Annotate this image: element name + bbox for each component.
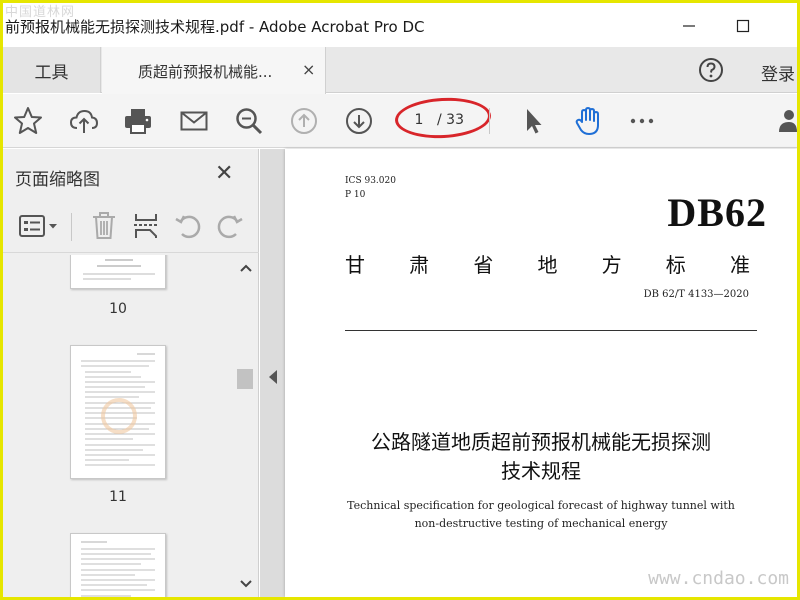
more-tools-button[interactable]	[627, 106, 657, 136]
toolbar: / 33	[3, 94, 797, 148]
tab-bar: 工具 质超前预报机械能... × 登录	[3, 47, 797, 94]
heading-char: 省	[473, 253, 494, 277]
print-button[interactable]	[123, 106, 153, 136]
delete-page-button[interactable]	[89, 211, 119, 241]
rotate-right-button[interactable]	[215, 211, 245, 241]
thumbnail-page-number: 11	[109, 489, 127, 505]
rotate-left-button[interactable]	[173, 211, 203, 241]
zoom-search-button[interactable]	[234, 106, 264, 136]
page-thumbnail[interactable]	[70, 533, 166, 597]
heading-char: 标	[665, 253, 686, 277]
thumbnail-list: 10 11	[3, 255, 235, 597]
tab-tools[interactable]: 工具	[3, 47, 101, 93]
heading-char: 方	[601, 253, 622, 277]
toolbar-divider	[489, 108, 490, 134]
user-icon	[779, 110, 797, 132]
thumbnail-page-number: 10	[109, 301, 127, 317]
panel-title: 页面缩略图	[15, 170, 100, 190]
insert-page-icon	[134, 214, 158, 238]
trash-icon	[93, 212, 115, 239]
star-icon	[14, 107, 42, 134]
help-icon[interactable]	[698, 57, 724, 83]
heading-char: 地	[537, 253, 558, 277]
cloud-upload-icon	[69, 109, 99, 133]
scroll-down-icon[interactable]	[239, 579, 253, 589]
maximize-button[interactable]	[729, 13, 757, 39]
insert-page-button[interactable]	[131, 211, 161, 241]
pdf-page: ICS 93.020 P 10 DB62 甘 肃 省 地 方 标 准 DB 62…	[285, 149, 797, 597]
collapse-panel-icon[interactable]	[268, 369, 278, 385]
tab-close-button[interactable]: ×	[302, 60, 315, 79]
ics-code: ICS 93.020	[345, 176, 396, 186]
printer-icon	[125, 109, 151, 134]
envelope-icon	[180, 111, 208, 131]
site-watermark-bottom: www.cndao.com	[648, 568, 789, 589]
document-title-en: Technical specification for geological f…	[347, 499, 735, 512]
standard-number: DB 62/T 4133—2020	[643, 289, 749, 300]
tab-document[interactable]: 质超前预报机械能... ×	[102, 47, 326, 94]
heading-char: 肃	[409, 253, 430, 277]
previous-page-button[interactable]	[289, 106, 319, 136]
page-navigator: / 33	[394, 95, 492, 141]
thumbnail-content	[83, 259, 155, 280]
tab-document-label: 质超前预报机械能...	[138, 63, 273, 81]
options-list-icon	[19, 215, 57, 237]
panel-toolbar-divider	[71, 213, 72, 241]
bookmark-star-button[interactable]	[13, 106, 43, 136]
scrollbar-thumb[interactable]	[237, 369, 253, 389]
hand-tool-button[interactable]	[573, 106, 603, 136]
province-standard-heading: 甘 肃 省 地 方 标 准	[345, 249, 750, 278]
thumbnail-scrollbar[interactable]	[235, 255, 257, 597]
heading-char: 准	[729, 253, 750, 277]
panel-toolbar	[3, 201, 259, 253]
standard-code: DB62	[667, 190, 767, 235]
acrobat-window: 中国道林网 前预报机械能无损探测技术规程.pdf - Adobe Acrobat…	[3, 3, 797, 597]
category-code: P 10	[345, 190, 366, 200]
heading-char: 甘	[345, 253, 365, 277]
document-title-cn: 公路隧道地质超前预报机械能无损探测	[371, 430, 711, 454]
minimize-button[interactable]	[675, 13, 703, 39]
thumbnail-content	[81, 541, 155, 597]
sign-in-link[interactable]: 登录	[761, 60, 795, 85]
panel-close-button[interactable]: ✕	[215, 161, 233, 186]
next-page-button[interactable]	[344, 106, 374, 136]
document-title-cn-line2: 技术规程	[501, 459, 581, 483]
upload-cloud-button[interactable]	[69, 106, 99, 136]
ellipsis-icon	[630, 118, 654, 124]
hand-icon	[575, 107, 599, 135]
email-button[interactable]	[179, 106, 209, 136]
thumbnail-content	[81, 353, 155, 466]
page-thumbnail[interactable]	[70, 345, 166, 479]
thumbnail-options-button[interactable]	[17, 211, 61, 241]
arrow-up-circle-icon	[291, 108, 317, 134]
highlight-ellipse	[394, 95, 492, 141]
page-thumbnails-panel: 页面缩略图 ✕ 10 11	[3, 149, 259, 597]
document-viewport[interactable]: ICS 93.020 P 10 DB62 甘 肃 省 地 方 标 准 DB 62…	[260, 149, 797, 597]
account-button[interactable]	[775, 106, 797, 136]
title-bar: 中国道林网 前预报机械能无损探测技术规程.pdf - Adobe Acrobat…	[3, 3, 797, 47]
heading-rule	[345, 330, 757, 331]
arrow-down-circle-icon	[346, 108, 372, 134]
window-title: 前预报机械能无损探测技术规程.pdf - Adobe Acrobat Pro D…	[5, 18, 425, 36]
rotate-cw-icon	[217, 215, 243, 239]
select-tool-button[interactable]	[518, 106, 548, 136]
page-thumbnail[interactable]	[70, 255, 166, 289]
rotate-ccw-icon	[175, 215, 201, 239]
cursor-arrow-icon	[527, 109, 542, 134]
magnifier-zoom-icon	[236, 108, 263, 135]
maximize-icon	[736, 19, 750, 33]
minimize-icon	[683, 25, 695, 27]
document-title-en-line2: non-destructive testing of mechanical en…	[414, 517, 668, 530]
scroll-up-icon[interactable]	[239, 263, 253, 273]
